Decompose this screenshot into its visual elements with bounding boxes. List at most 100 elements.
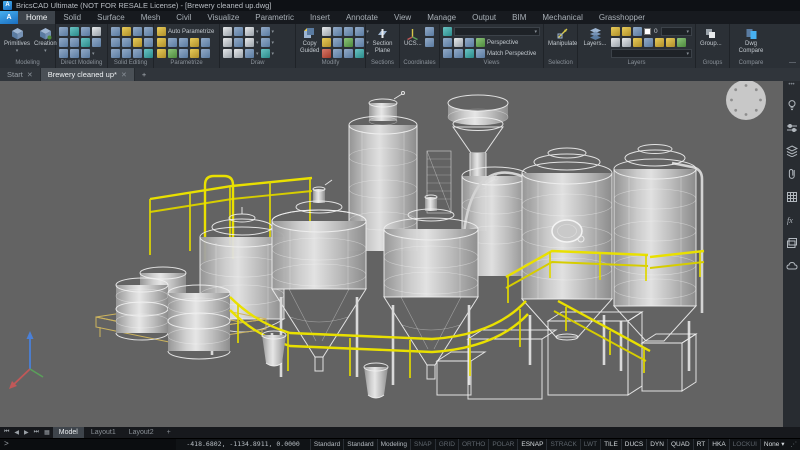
tool-icon[interactable] bbox=[261, 38, 270, 47]
toggle-polar[interactable]: POLAR bbox=[488, 439, 517, 450]
tab-layout1[interactable]: Layout1 bbox=[85, 427, 122, 438]
toggle-tile[interactable]: TILE bbox=[600, 439, 621, 450]
tool-icon[interactable] bbox=[70, 38, 79, 47]
tool-icon[interactable] bbox=[333, 27, 342, 36]
fields-fx-icon[interactable]: fx bbox=[786, 214, 798, 226]
tool-icon[interactable] bbox=[59, 38, 68, 47]
ucs-button[interactable]: UCS... bbox=[402, 26, 424, 59]
polyline-icon[interactable] bbox=[223, 27, 232, 36]
tool-icon[interactable] bbox=[666, 38, 675, 47]
tool-icon[interactable] bbox=[201, 49, 210, 58]
tool-icon[interactable] bbox=[261, 27, 270, 36]
tool-icon[interactable] bbox=[322, 38, 331, 47]
perspective-checkbox[interactable] bbox=[476, 38, 485, 47]
ribbon-tab-insert[interactable]: Insert bbox=[302, 11, 338, 24]
tool-icon[interactable] bbox=[344, 38, 353, 47]
new-document-button[interactable]: + bbox=[135, 68, 153, 81]
toggle-grid[interactable]: GRID bbox=[435, 439, 458, 450]
layer-dropdown[interactable]: ▾ bbox=[661, 27, 692, 36]
ribbon-tab-output[interactable]: Output bbox=[464, 11, 504, 24]
tool-icon[interactable] bbox=[425, 38, 434, 47]
cloud-icon[interactable] bbox=[786, 260, 798, 272]
toggle-lwt[interactable]: LWT bbox=[580, 439, 600, 450]
last-layout-button[interactable]: ⏭ bbox=[32, 429, 41, 436]
tool-icon[interactable] bbox=[190, 38, 199, 47]
manipulate-button[interactable]: Manipulate bbox=[546, 26, 579, 59]
layer-color-swatch[interactable] bbox=[644, 28, 651, 35]
ribbon-tab-view[interactable]: View bbox=[386, 11, 419, 24]
ribbon-tab-mechanical[interactable]: Mechanical bbox=[534, 11, 590, 24]
delete-icon[interactable] bbox=[322, 49, 331, 58]
current-workspace[interactable]: Modeling bbox=[377, 439, 410, 450]
tab-model[interactable]: Model bbox=[53, 427, 84, 438]
toggle-esnap[interactable]: ESNAP bbox=[517, 439, 546, 450]
toggle-strack[interactable]: STRACK bbox=[546, 439, 579, 450]
tool-icon[interactable] bbox=[133, 27, 142, 36]
tool-icon[interactable] bbox=[81, 49, 90, 58]
layer-on-icon[interactable] bbox=[611, 27, 620, 36]
tips-bulb-icon[interactable] bbox=[786, 99, 798, 111]
layout-list-icon[interactable]: ▦ bbox=[42, 429, 52, 436]
tool-icon[interactable] bbox=[234, 27, 243, 36]
eye-icon[interactable] bbox=[443, 27, 452, 36]
dwg-compare-button[interactable]: Dwg Compare bbox=[732, 26, 770, 59]
ribbon-tab-home[interactable]: Home bbox=[18, 11, 55, 24]
tool-icon[interactable] bbox=[355, 27, 364, 36]
current-dim-style[interactable]: Standard bbox=[343, 439, 376, 450]
chevron-down-icon[interactable]: ▾ bbox=[272, 29, 275, 35]
match-perspective-label[interactable]: Match Perspective bbox=[487, 51, 536, 57]
tool-icon[interactable] bbox=[644, 38, 653, 47]
tool-icon[interactable] bbox=[355, 38, 364, 47]
close-icon[interactable]: ✕ bbox=[121, 71, 127, 79]
chevron-down-icon[interactable]: ▾ bbox=[272, 51, 275, 57]
resize-grip[interactable]: ⋰ bbox=[788, 439, 800, 450]
creation-button[interactable]: Creation ▾ bbox=[32, 26, 59, 59]
tool-icon[interactable] bbox=[92, 38, 101, 47]
tool-icon[interactable] bbox=[168, 49, 177, 58]
chevron-down-icon[interactable]: ▾ bbox=[92, 51, 95, 57]
layer-state-dropdown[interactable]: ▾ bbox=[611, 49, 692, 58]
tool-icon[interactable] bbox=[261, 49, 270, 58]
perspective-label[interactable]: Perspective bbox=[487, 40, 518, 46]
tool-icon[interactable] bbox=[655, 38, 664, 47]
view-top-icon[interactable] bbox=[443, 38, 452, 47]
tool-icon[interactable] bbox=[81, 27, 90, 36]
prev-layout-button[interactable]: ◀ bbox=[12, 429, 21, 436]
layer-sun-icon[interactable] bbox=[622, 27, 631, 36]
chevron-down-icon[interactable]: ▾ bbox=[256, 40, 259, 46]
tool-icon[interactable] bbox=[168, 38, 177, 47]
lookfrom-widget[interactable] bbox=[726, 81, 766, 120]
tab-start[interactable]: Start ✕ bbox=[0, 68, 41, 81]
tool-icon[interactable] bbox=[344, 27, 353, 36]
auto-parametrize-button[interactable]: Auto Parametrize bbox=[156, 26, 214, 37]
match-perspective-icon[interactable] bbox=[476, 49, 485, 58]
section-plane-button[interactable]: Section Plane bbox=[368, 26, 397, 59]
tool-icon[interactable] bbox=[425, 27, 434, 36]
circle-icon[interactable] bbox=[245, 38, 254, 47]
layer-lock-icon[interactable] bbox=[633, 27, 642, 36]
tool-icon[interactable] bbox=[201, 38, 210, 47]
line-icon[interactable] bbox=[223, 38, 232, 47]
view-back-icon[interactable] bbox=[465, 49, 474, 58]
lock-icon[interactable] bbox=[157, 38, 166, 47]
annotation-scale-selector[interactable]: None ▾ bbox=[760, 439, 788, 450]
tool-icon[interactable] bbox=[344, 49, 353, 58]
tool-icon[interactable] bbox=[333, 38, 342, 47]
tool-icon[interactable] bbox=[111, 27, 120, 36]
tool-icon[interactable] bbox=[133, 38, 142, 47]
view-right-icon[interactable] bbox=[454, 49, 463, 58]
tool-icon[interactable] bbox=[611, 38, 620, 47]
tool-icon[interactable] bbox=[179, 49, 188, 58]
tab-layout2[interactable]: Layout2 bbox=[123, 427, 160, 438]
ribbon-collapse-button[interactable]: — bbox=[789, 59, 796, 66]
primitives-button[interactable]: Primitives ▾ bbox=[2, 26, 32, 59]
app-menu-button[interactable]: A bbox=[0, 11, 18, 24]
tool-icon[interactable] bbox=[59, 49, 68, 58]
bucket-1[interactable] bbox=[262, 331, 286, 366]
rectangle-icon[interactable] bbox=[234, 49, 243, 58]
toggle-snap[interactable]: SNAP bbox=[410, 439, 435, 450]
settings-sliders-icon[interactable] bbox=[786, 122, 798, 134]
tool-icon[interactable] bbox=[677, 38, 686, 47]
tool-icon[interactable] bbox=[622, 38, 631, 47]
tool-icon[interactable] bbox=[190, 49, 199, 58]
